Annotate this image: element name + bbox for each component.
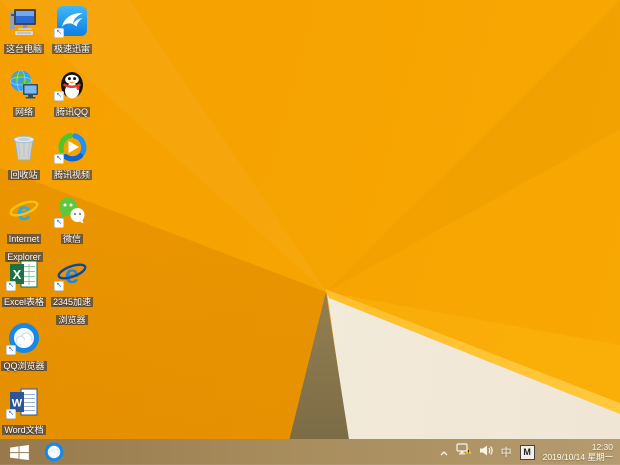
windows-logo-icon: [9, 444, 29, 460]
desktop-icon-label: 网络: [12, 107, 35, 117]
desktop-icon-label: Excel表格: [1, 297, 46, 307]
speaker-icon: [479, 445, 493, 456]
svg-text:W: W: [12, 398, 23, 410]
desktop-icon-label: Word文档: [2, 425, 46, 435]
2345-browser-icon: e ↖: [54, 258, 88, 291]
desktop-icon-this-pc[interactable]: 这台电脑: [1, 5, 47, 57]
ie-icon-svg: e: [9, 196, 39, 226]
word-icon: W ↖: [6, 386, 40, 419]
desktop-icon-label: 腾讯视频: [51, 170, 92, 180]
qq-browser-taskbar-icon: [44, 442, 64, 462]
desktop-icon-xunlei[interactable]: ↖ 极速迅雷: [49, 5, 95, 57]
chevron-up-icon: [440, 451, 448, 456]
xunlei-icon: ↖: [54, 5, 88, 38]
desktop-icon-wechat[interactable]: ↖ 微信: [49, 195, 95, 247]
network-warning-icon: [455, 443, 472, 455]
desktop-icon-qq[interactable]: ↖ 腾讯QQ: [49, 68, 95, 120]
recycle-bin-icon: [8, 131, 40, 163]
desktop-icon-2345-browser[interactable]: e ↖ 2345加速浏览器: [49, 258, 95, 328]
desktop-icon-label: QQ浏览器: [1, 361, 47, 371]
internet-explorer-icon: e: [8, 195, 40, 227]
desktop-icon-tencent-video[interactable]: ↖ 腾讯视频: [49, 131, 95, 183]
taskbar-clock[interactable]: 12:30 2019/10/14 星期一: [543, 442, 613, 462]
network-status-button[interactable]: [455, 443, 472, 461]
clock-time: 12:30: [591, 442, 613, 452]
network-icon-svg: [10, 70, 38, 99]
desktop: 这台电脑 ↖ 极速迅雷 网络 ↖ 腾讯QQ 回收站 ↖ 腾讯视频 e Inter…: [0, 0, 620, 465]
desktop-icon-label: 极速迅雷: [51, 44, 92, 54]
shortcut-arrow-icon: ↖: [6, 409, 16, 419]
clock-date: 2019/10/14 星期一: [542, 452, 613, 462]
desktop-icon-label: 2345加速浏览器: [50, 297, 94, 325]
desktop-icon-label: 腾讯QQ: [53, 107, 90, 117]
shortcut-arrow-icon: ↖: [54, 28, 64, 38]
shortcut-arrow-icon: ↖: [54, 154, 64, 164]
shortcut-arrow-icon: ↖: [6, 281, 16, 291]
desktop-icon-qq-browser[interactable]: ↖ QQ浏览器: [1, 322, 47, 374]
system-tray: 中 M 12:30 2019/10/14 星期一: [440, 442, 620, 462]
excel-icon: X ↖: [6, 258, 40, 291]
shortcut-arrow-icon: ↖: [54, 218, 64, 228]
desktop-icon-label: 微信: [60, 234, 83, 244]
taskbar: 中 M 12:30 2019/10/14 星期一: [0, 439, 620, 465]
shortcut-arrow-icon: ↖: [6, 345, 16, 355]
network-icon: [8, 68, 40, 100]
desktop-icon-network[interactable]: 网络: [1, 68, 47, 120]
desktop-icon-label: 这台电脑: [3, 44, 44, 54]
recycle-bin-icon-svg: [13, 135, 35, 161]
start-button[interactable]: [0, 439, 38, 465]
wechat-icon: ↖: [54, 195, 88, 228]
shortcut-arrow-icon: ↖: [54, 281, 64, 291]
desktop-icon-label: 回收站: [8, 170, 40, 180]
ime-mode-indicator[interactable]: 中: [501, 444, 512, 460]
taskbar-qq-browser-button[interactable]: [38, 439, 70, 465]
shortcut-arrow-icon: ↖: [54, 91, 64, 101]
svg-text:X: X: [13, 267, 22, 282]
volume-button[interactable]: [479, 443, 493, 461]
ime-language-badge[interactable]: M: [519, 444, 535, 460]
desktop-icon-internet-explorer[interactable]: e Internet Explorer: [1, 195, 47, 265]
tray-expand-button[interactable]: [440, 443, 448, 461]
this-pc-icon-svg: [10, 9, 36, 35]
desktop-icon-recycle-bin[interactable]: 回收站: [1, 131, 47, 183]
this-pc-icon: [8, 5, 40, 37]
desktop-icon-word[interactable]: W ↖ Word文档: [1, 386, 47, 438]
tencent-video-icon: ↖: [54, 131, 88, 164]
qq-browser-icon: ↖: [6, 322, 40, 355]
qq-penguin-icon: ↖: [54, 68, 88, 101]
desktop-icon-excel[interactable]: X ↖ Excel表格: [1, 258, 47, 310]
